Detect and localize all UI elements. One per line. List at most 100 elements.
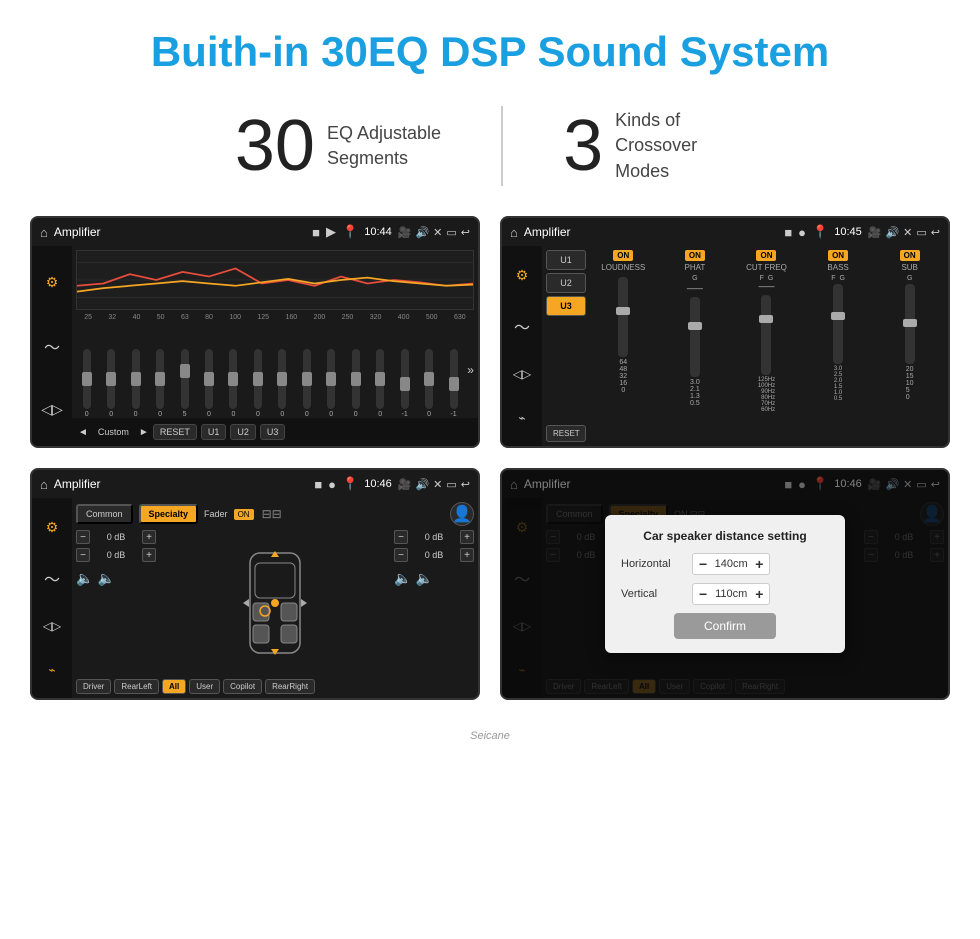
- prev-icon[interactable]: ◄: [78, 427, 88, 438]
- spec-vol-icon[interactable]: ◁▷: [43, 619, 61, 633]
- spec-sidebar: ⚙ 〜 ◁▷ ⌁: [32, 498, 72, 698]
- minus-btn-2[interactable]: −: [76, 548, 90, 562]
- spec-wave-icon[interactable]: 〜: [44, 566, 60, 590]
- eq-vol-icon[interactable]: ◁▷: [41, 401, 63, 418]
- horizontal-plus[interactable]: +: [755, 556, 763, 572]
- u1-btn-xo[interactable]: U1: [546, 250, 586, 270]
- eq-slider-1[interactable]: 0: [76, 349, 97, 418]
- xo-phat-slider[interactable]: [690, 297, 700, 377]
- rearright-btn[interactable]: RearRight: [265, 679, 315, 694]
- minus-btn-1[interactable]: −: [76, 530, 90, 544]
- horizontal-minus[interactable]: −: [699, 556, 707, 572]
- eq-slider-7[interactable]: 0: [223, 349, 244, 418]
- xo-sub: ON SUB G 20151050: [875, 250, 944, 442]
- rearleft-btn[interactable]: RearLeft: [114, 679, 159, 694]
- tab-common[interactable]: Common: [76, 504, 133, 524]
- xo-bass-on[interactable]: ON: [828, 250, 848, 261]
- eq-slider-5[interactable]: 5: [174, 349, 195, 418]
- xo-phat-label: PHAT: [685, 263, 706, 272]
- title-spec: Amplifier: [54, 477, 308, 491]
- home-icon-eq1[interactable]: ⌂: [40, 225, 48, 240]
- reset-btn-xo[interactable]: RESET: [546, 425, 586, 442]
- xo-loudness-on[interactable]: ON: [613, 250, 633, 261]
- u2-button-eq1[interactable]: U2: [230, 424, 256, 440]
- vertical-minus[interactable]: −: [699, 586, 707, 602]
- back-icon-xo[interactable]: ↩: [931, 226, 940, 239]
- eq-slider-9[interactable]: 0: [272, 349, 293, 418]
- eq-slider-10[interactable]: 0: [296, 349, 317, 418]
- rect-icon-spec: ▭: [446, 478, 456, 491]
- xo-wave-icon[interactable]: 〜: [514, 314, 530, 338]
- spec-tune-icon[interactable]: ⚙: [46, 519, 59, 536]
- copilot-btn[interactable]: Copilot: [223, 679, 262, 694]
- dialog-vertical-input[interactable]: − 110cm +: [692, 583, 770, 605]
- eq-slider-11[interactable]: 0: [321, 349, 342, 418]
- confirm-button[interactable]: Confirm: [674, 613, 776, 639]
- close-icon-spec[interactable]: ✕: [433, 478, 442, 491]
- speaker-right-rear: 🔈: [415, 570, 432, 587]
- vertical-plus[interactable]: +: [755, 586, 763, 602]
- spec-bt-icon[interactable]: ⌁: [48, 663, 55, 677]
- minus-btn-3[interactable]: −: [394, 530, 408, 544]
- xo-cutfreq-slider[interactable]: [761, 295, 771, 375]
- plus-btn-1[interactable]: +: [142, 530, 156, 544]
- user-btn[interactable]: User: [189, 679, 220, 694]
- speaker-icons-left: 🔈 🔈: [76, 570, 156, 587]
- xo-vol-icon[interactable]: ◁▷: [513, 367, 531, 381]
- u1-button-eq1[interactable]: U1: [201, 424, 227, 440]
- home-icon-xo[interactable]: ⌂: [510, 225, 518, 240]
- menu-icon-spec: ■: [314, 477, 322, 492]
- eq-slider-3[interactable]: 0: [125, 349, 146, 418]
- back-icon-eq1[interactable]: ↩: [461, 226, 470, 239]
- home-icon-spec[interactable]: ⌂: [40, 477, 48, 492]
- plus-btn-3[interactable]: +: [460, 530, 474, 544]
- eq-slider-16[interactable]: -1: [443, 349, 464, 418]
- minus-btn-4[interactable]: −: [394, 548, 408, 562]
- xo-sub-on[interactable]: ON: [900, 250, 920, 261]
- menu-icon-eq1: ■: [312, 225, 320, 240]
- xo-tune-icon[interactable]: ⚙: [516, 267, 529, 284]
- close-icon-xo[interactable]: ✕: [903, 226, 912, 239]
- back-icon-spec[interactable]: ↩: [461, 478, 470, 491]
- u3-btn-xo[interactable]: U3: [546, 296, 586, 316]
- reset-button-eq1[interactable]: RESET: [153, 424, 197, 440]
- u3-button-eq1[interactable]: U3: [260, 424, 286, 440]
- eq-slider-2[interactable]: 0: [100, 349, 121, 418]
- fader-on-badge[interactable]: ON: [234, 509, 254, 520]
- stats-row: 30 EQ AdjustableSegments 3 Kinds ofCross…: [0, 86, 980, 216]
- driver-btn[interactable]: Driver: [76, 679, 111, 694]
- stat-crossover-number: 3: [563, 110, 603, 182]
- speaker-left-rear: 🔈: [97, 570, 114, 587]
- plus-btn-4[interactable]: +: [460, 548, 474, 562]
- eq-slider-6[interactable]: 0: [198, 349, 219, 418]
- eq-wave-icon[interactable]: 〜: [44, 334, 60, 358]
- close-icon-eq1[interactable]: ✕: [433, 226, 442, 239]
- xo-sub-slider[interactable]: [905, 284, 915, 364]
- dialog-vertical-row: Vertical − 110cm +: [621, 583, 829, 605]
- volume-icon-xo: 🔊: [885, 226, 899, 239]
- all-btn[interactable]: All: [162, 679, 186, 694]
- xo-phat-on[interactable]: ON: [685, 250, 705, 261]
- eq-slider-4[interactable]: 0: [149, 349, 170, 418]
- play-icon-eq1[interactable]: ▶: [326, 224, 336, 240]
- stat-crossover: 3 Kinds ofCrossover Modes: [503, 108, 805, 184]
- eq-slider-15[interactable]: 0: [418, 349, 439, 418]
- u2-btn-xo[interactable]: U2: [546, 273, 586, 293]
- stat-eq-label: EQ AdjustableSegments: [327, 121, 441, 171]
- eq-slider-12[interactable]: 0: [345, 349, 366, 418]
- xo-cutfreq-on[interactable]: ON: [756, 250, 776, 261]
- tab-specialty[interactable]: Specialty: [139, 504, 199, 524]
- xo-loudness-slider[interactable]: [618, 277, 628, 357]
- volume-icon-spec: 🔊: [415, 478, 429, 491]
- next-icon[interactable]: ►: [139, 427, 149, 438]
- eq-slider-14[interactable]: -1: [394, 349, 415, 418]
- expand-arrows[interactable]: »: [467, 363, 474, 377]
- xo-bass-slider[interactable]: [833, 284, 843, 364]
- eq-slider-8[interactable]: 0: [247, 349, 268, 418]
- plus-btn-2[interactable]: +: [142, 548, 156, 562]
- eq-tune-icon[interactable]: ⚙: [46, 274, 59, 291]
- xo-cutfreq: ON CUT FREQ FG —— 125Hz100Hz90Hz80Hz70Hz…: [732, 250, 801, 442]
- dialog-horizontal-input[interactable]: − 140cm +: [692, 553, 770, 575]
- eq-slider-13[interactable]: 0: [369, 349, 390, 418]
- xo-bt-icon[interactable]: ⌁: [518, 411, 525, 425]
